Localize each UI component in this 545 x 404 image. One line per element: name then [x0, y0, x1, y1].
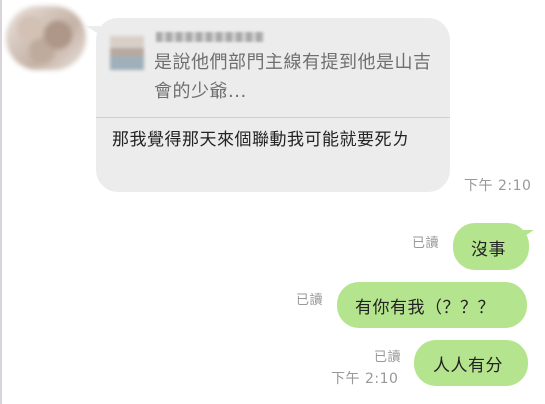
outgoing-message-text: 有你有我（？？？: [355, 298, 495, 318]
reply-quote-text: 是說他們部門主線有提到他是山吉會的少爺...: [154, 52, 432, 102]
read-receipt: 已讀: [412, 236, 440, 251]
window-edge: [0, 0, 2, 404]
outgoing-message-bubble[interactable]: 沒事: [453, 223, 529, 270]
incoming-message-time: 下午 2:10: [464, 178, 532, 194]
read-receipt: 已讀: [296, 293, 324, 308]
read-receipt: 已讀: [374, 350, 402, 365]
incoming-message-bubble[interactable]: 是說他們部門主線有提到他是山吉會的少爺... 那我覺得那天來個聯動我可能就要死ㄌ: [96, 18, 450, 192]
reply-divider: [96, 117, 450, 118]
incoming-message-text: 那我覺得那天來個聯動我可能就要死ㄌ: [112, 130, 410, 150]
reply-quote-thumbnail: [110, 36, 144, 70]
outgoing-message-text: 沒事: [471, 240, 506, 260]
outgoing-message-text: 人人有分: [433, 356, 503, 376]
reply-quote-sender-name-blurred: [156, 32, 264, 42]
sender-avatar[interactable]: [6, 6, 86, 70]
outgoing-message-bubble[interactable]: 人人有分: [414, 340, 528, 386]
outgoing-message-time: 下午 2:10: [331, 371, 399, 387]
outgoing-message-bubble[interactable]: 有你有我（？？？: [337, 282, 527, 328]
